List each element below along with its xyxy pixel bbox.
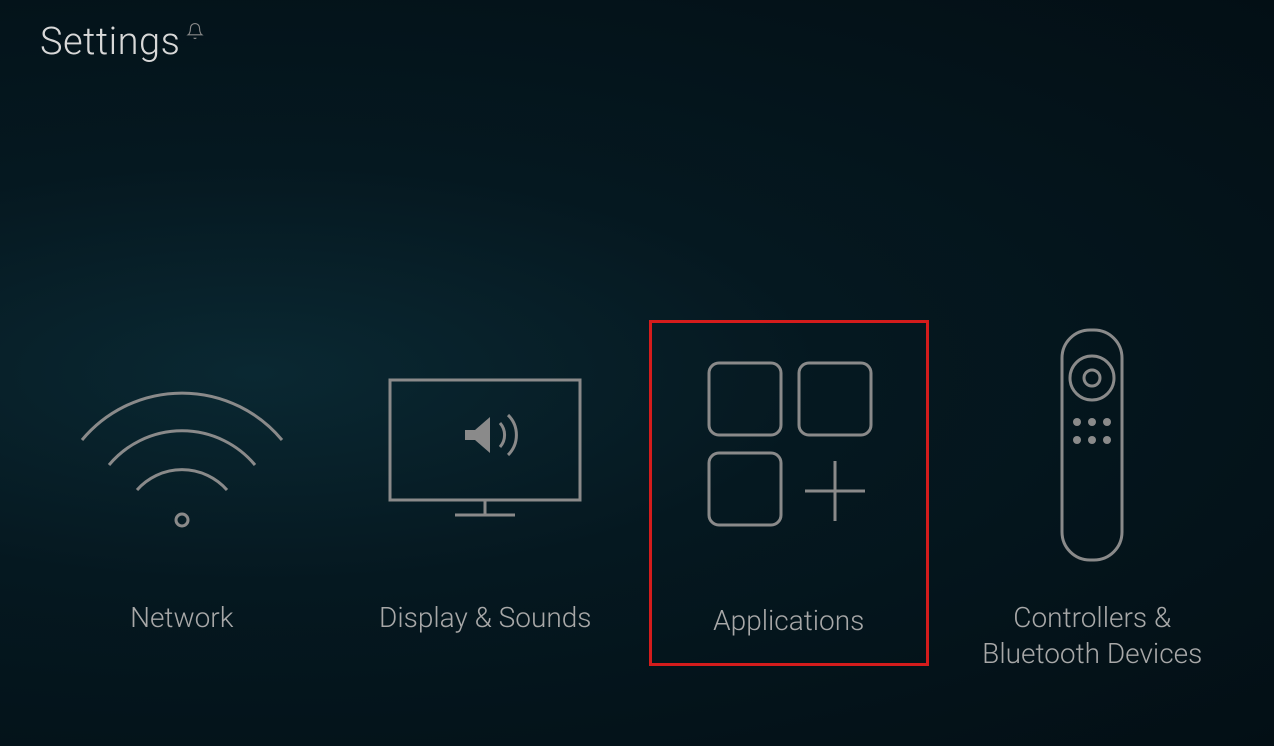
tv-speaker-icon [365, 355, 605, 535]
tile-controllers[interactable]: Controllers & Bluetooth Devices [952, 320, 1232, 673]
header: Settings [40, 20, 204, 64]
applications-icon-wrapper [679, 323, 899, 573]
page-title: Settings [40, 20, 180, 64]
settings-tiles: Network Display & Sounds Ap [0, 320, 1274, 673]
tile-display-sounds-label: Display & Sounds [379, 600, 591, 636]
tile-network-label: Network [130, 600, 233, 636]
tile-applications[interactable]: Applications [649, 320, 929, 666]
notification-bell-icon[interactable] [186, 22, 204, 44]
tile-display-sounds[interactable]: Display & Sounds [345, 320, 625, 636]
tile-applications-label: Applications [713, 603, 864, 639]
remote-icon [1042, 320, 1142, 570]
network-icon-wrapper [62, 320, 302, 570]
display-sounds-icon-wrapper [365, 320, 605, 570]
tile-network[interactable]: Network [42, 320, 322, 636]
controllers-icon-wrapper [1042, 320, 1142, 570]
wifi-icon [62, 345, 302, 545]
apps-grid-icon [679, 343, 899, 553]
tile-controllers-label: Controllers & Bluetooth Devices [952, 600, 1232, 673]
